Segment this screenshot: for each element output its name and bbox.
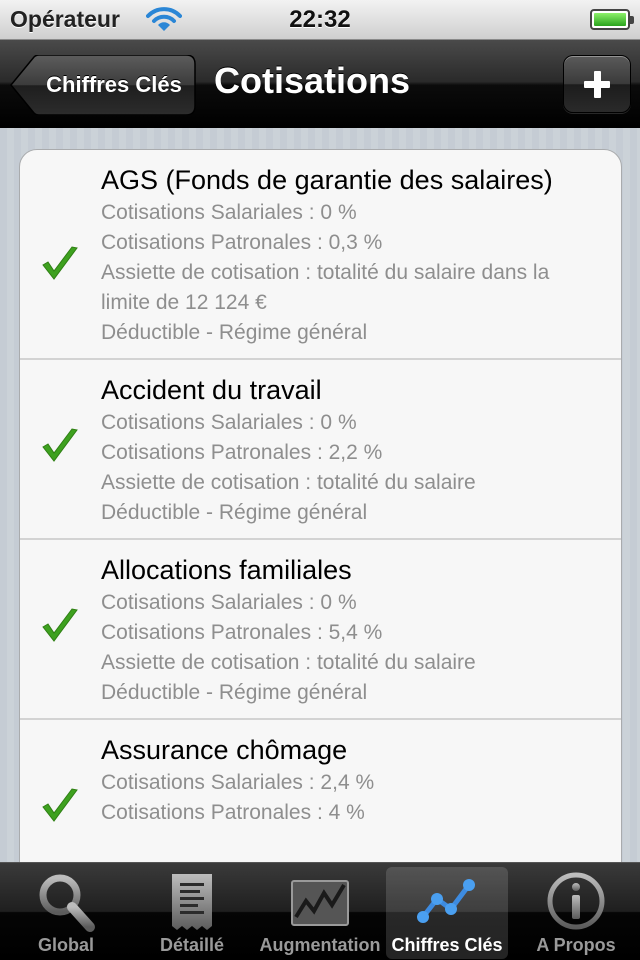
battery-icon [590,9,634,30]
tab-detaille[interactable]: Détaillé [128,867,256,959]
tab-label: A Propos [536,935,616,955]
item-detail: Cotisations Patronales : 5,4 % [101,621,383,644]
list-item-ags[interactable]: AGS (Fonds de garantie des salaires) Cot… [20,150,621,360]
tab-a-propos[interactable]: A Propos [512,867,640,959]
list-item-assurance-chomage[interactable]: Assurance chômage Cotisations Salariales… [20,720,621,862]
tab-global[interactable]: Global [2,867,130,959]
tab-label: Chiffres Clés [391,935,503,955]
tab-label: Détaillé [159,935,225,955]
checkmark-icon [42,428,78,462]
status-time: 22:32 [289,6,351,33]
back-button-label: Chiffres Clés [46,72,182,97]
info-icon [547,872,605,930]
item-detail: Assiette de cotisation : totalité du sal… [101,261,550,314]
item-detail: Cotisations Salariales : 0 % [101,411,357,434]
item-detail: Cotisations Salariales : 2,4 % [101,771,375,794]
item-detail: Assiette de cotisation : totalité du sal… [101,651,476,674]
checkmark-icon [42,246,78,280]
line-chart-icon [291,880,349,926]
navigation-bar: Chiffres Clés Cotisations [0,40,640,128]
list-item-accident-travail[interactable]: Accident du travail Cotisations Salarial… [20,360,621,540]
item-detail: Déductible - Régime général [101,321,368,344]
cotisations-group: AGS (Fonds de garantie des salaires) Cot… [19,149,622,862]
item-detail: Assiette de cotisation : totalité du sal… [101,471,476,494]
tab-bar: Global Détaillé Augmentation Chiffres Cl… [0,862,640,960]
checkmark-icon [42,788,78,822]
magnifier-icon [39,874,95,932]
item-detail: Cotisations Patronales : 0,3 % [101,231,383,254]
document-icon [172,874,212,930]
checkmark-icon [42,608,78,642]
back-button[interactable]: Chiffres Clés [10,55,196,115]
item-detail: Cotisations Patronales : 4 % [101,801,365,824]
item-detail: Cotisations Salariales : 0 % [101,201,357,224]
item-title: Assurance chômage [101,735,348,765]
item-detail: Cotisations Salariales : 0 % [101,591,357,614]
item-detail: Déductible - Régime général [101,681,368,704]
page-title: Cotisations [214,60,411,101]
item-detail: Déductible - Régime général [101,501,368,524]
status-bar: Opérateur 22:32 [0,0,640,40]
cotisations-list-view[interactable]: AGS (Fonds de garantie des salaires) Cot… [0,128,640,862]
tab-augmentation[interactable]: Augmentation [256,867,384,959]
add-button[interactable] [563,55,631,113]
list-item-allocations-familiales[interactable]: Allocations familiales Cotisations Salar… [20,540,621,720]
tab-label: Augmentation [259,935,381,955]
nodes-chart-icon [417,879,475,923]
item-title: Accident du travail [101,375,322,405]
item-title: AGS (Fonds de garantie des salaires) [101,165,553,195]
tab-label: Global [37,935,94,955]
item-detail: Cotisations Patronales : 2,2 % [101,441,383,464]
tab-chiffres-cles[interactable]: Chiffres Clés [386,867,508,959]
item-title: Allocations familiales [101,555,352,585]
